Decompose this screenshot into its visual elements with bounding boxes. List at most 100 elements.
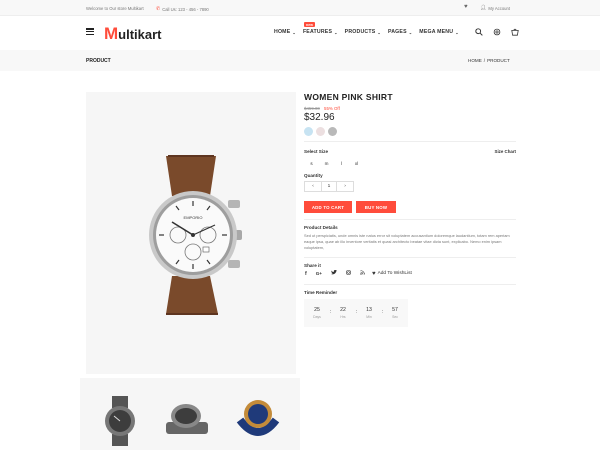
call-text: Call Us: 123 - 456 - 7890 xyxy=(162,6,209,12)
timer-minutes: 13 Min : xyxy=(356,299,383,327)
thumbnail-1[interactable] xyxy=(98,396,142,446)
quantity-label: Quantity xyxy=(304,173,323,178)
breadcrumb-bar: PRODUCT HOME / PRODUCT xyxy=(0,50,600,71)
product-details-panel: WOMEN PINK SHIRT $459.00 55% Off $32.96 … xyxy=(304,92,516,327)
google-plus-icon[interactable]: G+ xyxy=(316,271,322,276)
nav-home[interactable]: HOME ⌄ xyxy=(274,29,296,35)
size-option-xl[interactable]: xl xyxy=(351,159,362,168)
color-swatch-pink[interactable] xyxy=(316,127,325,136)
share-label: Share it xyxy=(304,263,321,268)
heart-icon: ♥ xyxy=(372,270,376,277)
quantity-input[interactable]: 1 xyxy=(321,182,337,191)
timer-days-unit: Days xyxy=(313,315,321,319)
timer-seconds-value: 57 xyxy=(392,307,398,313)
main-header: M ultikart HOME ⌄ new FEATURES ⌄ PRODUCTS ⌄ … xyxy=(0,16,600,50)
nav-pages[interactable]: PAGES ⌄ xyxy=(388,29,412,35)
timer-minutes-value: 13 xyxy=(366,307,372,313)
timer-days: 25 Days : xyxy=(304,299,331,327)
quantity-stepper: ‹ 1 › xyxy=(304,181,354,192)
divider xyxy=(304,219,516,220)
nav-mega-menu[interactable]: MEGA MENU ⌄ xyxy=(419,29,458,35)
time-reminder-label: Time Reminder xyxy=(304,290,338,295)
timer-hours-value: 22 xyxy=(340,307,346,313)
chevron-left-icon[interactable]: ‹ xyxy=(305,182,321,191)
chevron-down-icon: ⌄ xyxy=(455,29,459,35)
instagram-icon[interactable] xyxy=(346,270,351,277)
cart-icon[interactable] xyxy=(510,27,519,36)
size-option-l[interactable]: l xyxy=(336,159,347,168)
chevron-right-icon[interactable]: › xyxy=(337,182,353,191)
facebook-icon[interactable]: f xyxy=(305,271,307,277)
welcome-text: Welcome to Our store Multikart xyxy=(86,6,144,11)
nav-products[interactable]: PRODUCTS ⌄ xyxy=(345,29,381,35)
twitter-icon[interactable] xyxy=(331,269,337,277)
breadcrumb-home[interactable]: HOME xyxy=(468,58,482,63)
breadcrumb: HOME / PRODUCT xyxy=(468,58,510,63)
chevron-down-icon: ⌄ xyxy=(377,29,381,35)
old-price: $459.00 xyxy=(304,106,320,111)
nav-features[interactable]: new FEATURES ⌄ xyxy=(302,22,338,35)
color-swatch-light-blue[interactable] xyxy=(304,127,313,136)
add-to-cart-button[interactable]: ADD TO CART xyxy=(304,201,352,213)
buy-now-button[interactable]: BUY NOW xyxy=(356,201,396,213)
timer-hours: 22 Hrs : xyxy=(330,299,357,327)
breadcrumb-separator: / xyxy=(483,58,486,63)
gear-icon[interactable] xyxy=(492,27,501,36)
chevron-down-icon: ⌄ xyxy=(334,29,338,35)
main-nav: HOME ⌄ new FEATURES ⌄ PRODUCTS ⌄ PAGES ⌄ MEGA… xyxy=(274,22,459,35)
my-account-dropdown[interactable]: 👤︎ My Account xyxy=(480,5,510,11)
top-bar: Welcome to Our store Multikart ✆ Call Us… xyxy=(0,0,600,16)
product-name: WOMEN PINK SHIRT xyxy=(304,92,393,102)
logo[interactable]: M ultikart xyxy=(104,24,162,44)
header-icons xyxy=(474,27,519,36)
logo-m: M xyxy=(104,24,119,43)
add-to-wishlist-label: Add To WishList xyxy=(377,271,412,276)
product-description: Sed ut perspiciatis, unde omnis iste nat… xyxy=(304,233,510,250)
nav-products-label: PRODUCTS xyxy=(344,29,376,35)
hamburger-menu-icon[interactable] xyxy=(86,28,94,35)
user-icon: 👤︎ xyxy=(480,5,487,11)
divider xyxy=(304,141,516,142)
share-icons: f G+ ♥ Add To WishList xyxy=(305,269,412,277)
rss-icon[interactable] xyxy=(360,270,365,277)
search-icon[interactable] xyxy=(474,27,483,36)
chevron-down-icon: ⌄ xyxy=(408,29,413,35)
product-main-image[interactable]: EMPORIO xyxy=(86,92,296,374)
page-title: PRODUCT xyxy=(86,58,111,64)
thumbnail-2[interactable] xyxy=(162,396,208,446)
nav-mega-menu-label: MEGA MENU xyxy=(419,29,454,35)
timer-hours-unit: Hrs xyxy=(340,315,346,319)
chevron-down-icon: ⌄ xyxy=(292,29,296,35)
timer-days-value: 25 xyxy=(314,307,320,313)
new-badge: new xyxy=(303,22,316,27)
timer-minutes-unit: Min xyxy=(366,315,372,319)
size-options: s m l xl xyxy=(306,159,362,168)
size-option-m[interactable]: m xyxy=(321,159,332,168)
divider xyxy=(304,257,516,258)
timer-seconds-unit: Sec xyxy=(392,315,398,319)
breadcrumb-current: PRODUCT xyxy=(487,58,510,63)
countdown-timer: 25 Days : 22 Hrs : 13 Min : 57 Sec xyxy=(304,299,408,327)
call-info: ✆ Call Us: 123 - 456 - 7890 xyxy=(156,6,209,12)
nav-features-label: FEATURES xyxy=(302,29,333,35)
color-swatch-grey[interactable] xyxy=(328,127,337,136)
color-swatches xyxy=(304,127,337,136)
nav-pages-label: PAGES xyxy=(387,29,407,35)
product-thumbnails xyxy=(80,378,300,450)
logo-text: ultikart xyxy=(118,27,162,42)
product-price: $32.96 xyxy=(304,112,335,123)
watch-image: EMPORIO xyxy=(149,155,242,315)
size-chart-link[interactable]: Size Chart xyxy=(495,149,516,154)
add-to-wishlist-link[interactable]: ♥ Add To WishList xyxy=(372,271,412,277)
phone-icon: ✆ xyxy=(156,6,161,12)
select-size-label: Select Size xyxy=(304,149,329,154)
svg-text:EMPORIO: EMPORIO xyxy=(184,215,203,220)
wishlist-heart-icon[interactable]: ♥ xyxy=(464,4,468,10)
product-details-label: Product Details xyxy=(304,225,338,230)
divider xyxy=(304,284,516,285)
thumbnail-3[interactable] xyxy=(236,396,280,446)
nav-home-label: HOME xyxy=(274,29,291,35)
my-account-label: My Account xyxy=(488,5,511,11)
size-option-s[interactable]: s xyxy=(306,159,317,168)
timer-seconds: 57 Sec xyxy=(382,299,408,327)
